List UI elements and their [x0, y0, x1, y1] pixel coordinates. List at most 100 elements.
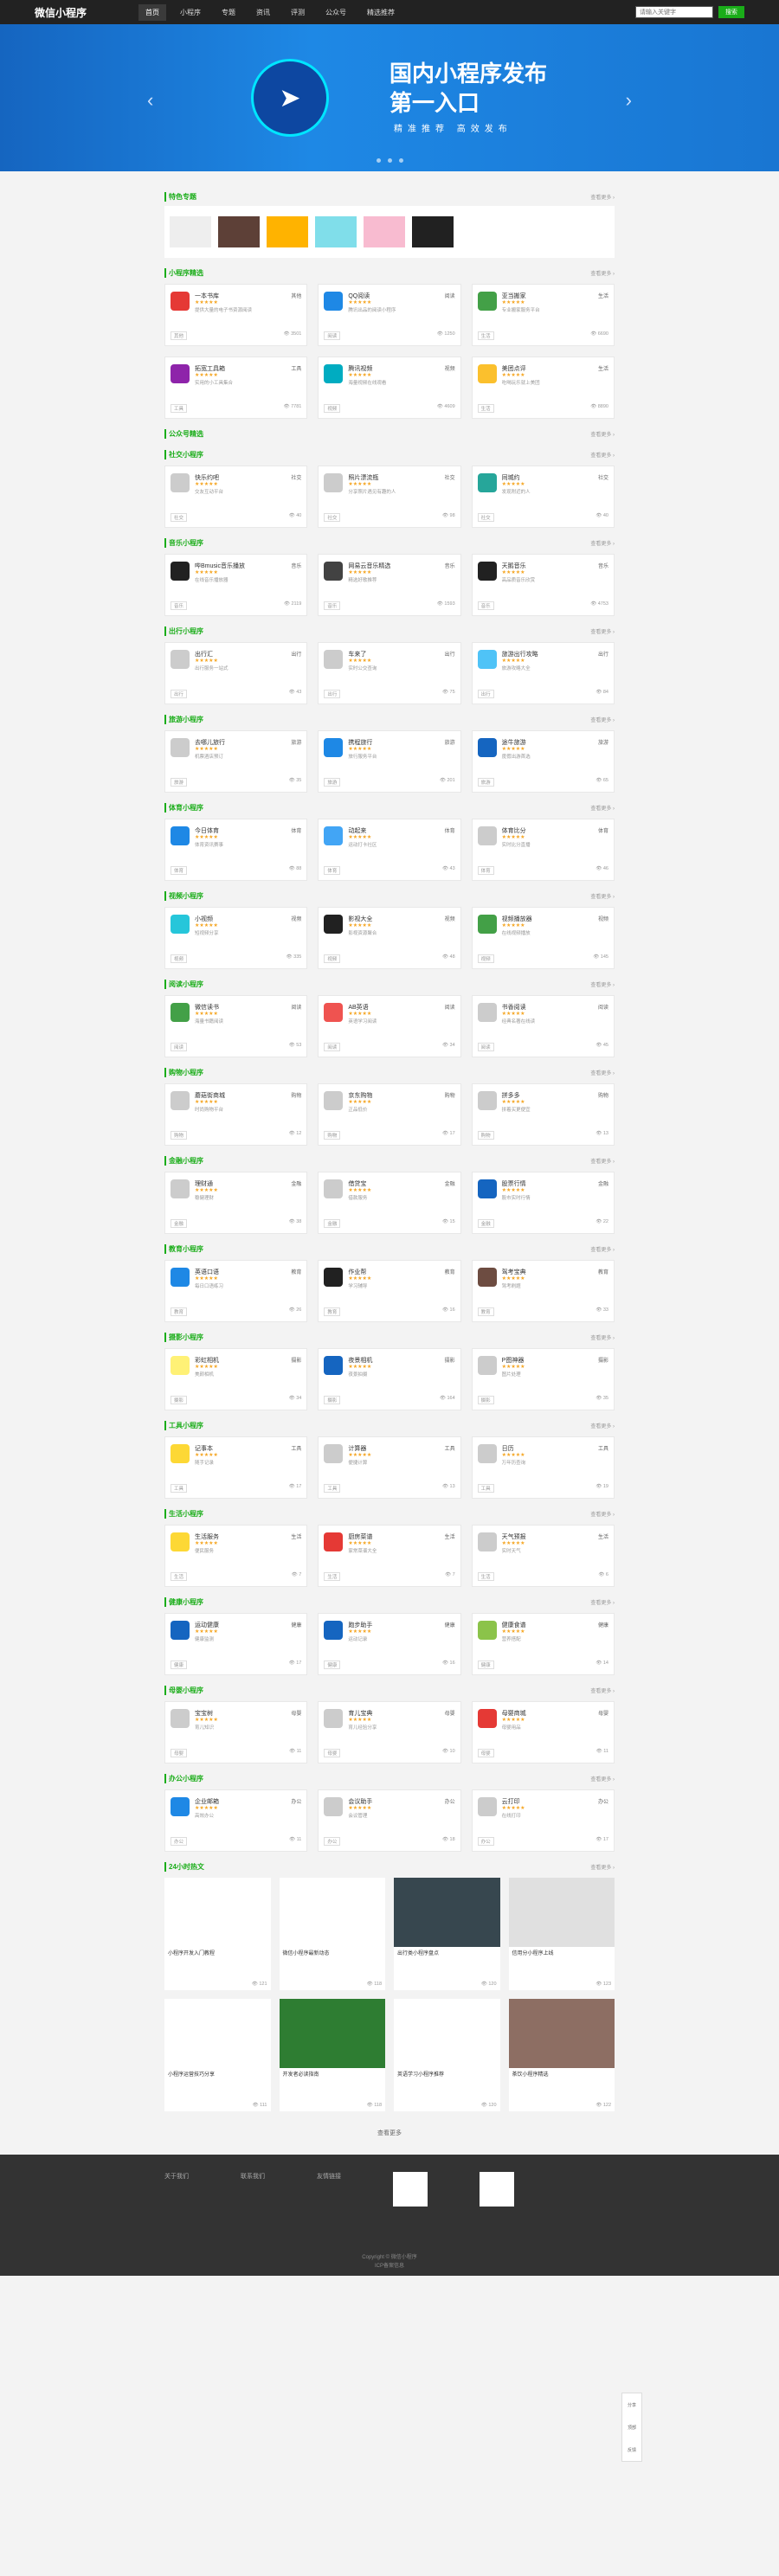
app-card[interactable]: 美团点评 ★★★★★ 吃喝玩乐就上美团 生活 生活 👁 8890 [471, 357, 615, 419]
article-card[interactable]: 微信小程序最新动态 👁 118 [279, 1878, 385, 1990]
tag-chip[interactable]: 旅游 [324, 778, 341, 787]
featured-image[interactable] [412, 216, 454, 247]
tag-chip[interactable]: 旅游 [477, 778, 494, 787]
tag-chip[interactable]: 购物 [171, 1131, 188, 1140]
nav-item[interactable]: 精选推荐 [360, 4, 402, 21]
tag-chip[interactable]: 阅读 [171, 1043, 188, 1051]
app-card[interactable]: 一本书库 ★★★★★ 提供大量的电子书资源阅读 其他 其他 👁 3501 [164, 284, 308, 346]
tag-chip[interactable]: 其他 [171, 331, 188, 340]
tag-chip[interactable]: 金融 [324, 1219, 341, 1228]
app-card[interactable]: 企业邮箱 ★★★★★ 高效办公 办公 办公 👁 11 [164, 1789, 308, 1852]
side-button[interactable]: 反馈 [622, 2438, 641, 2461]
footer-column[interactable]: 友情链接 [317, 2172, 341, 2210]
tag-chip[interactable]: 办公 [324, 1837, 341, 1846]
app-card[interactable]: 快乐约吧 ★★★★★ 交友互动平台 社交 社交 👁 40 [164, 466, 308, 528]
app-card[interactable]: 天鹅音乐 ★★★★★ 高品质音乐欣赏 音乐 音乐 👁 4753 [471, 554, 615, 616]
app-card[interactable]: 作业帮 ★★★★★ 学习辅导 教育 教育 👁 16 [318, 1260, 461, 1322]
app-card[interactable]: 云打印 ★★★★★ 在线打印 办公 办公 👁 17 [471, 1789, 615, 1852]
more-link[interactable]: 查看更多 › [590, 1422, 615, 1429]
more-link[interactable]: 查看更多 › [590, 1775, 615, 1783]
app-card[interactable]: 影视大全 ★★★★★ 影视资源聚合 视频 视频 👁 48 [318, 907, 461, 969]
app-card[interactable]: 出行汇 ★★★★★ 出行服务一站式 出行 出行 👁 43 [164, 642, 308, 704]
article-card[interactable]: 英语学习小程序推荐 👁 120 [394, 1999, 500, 2111]
tag-chip[interactable]: 社交 [324, 513, 341, 522]
more-link[interactable]: 查看更多 › [590, 716, 615, 723]
more-link[interactable]: 查看更多 › [590, 451, 615, 459]
more-link[interactable]: 查看更多 › [590, 980, 615, 988]
app-card[interactable]: 去哪儿旅行 ★★★★★ 机票酒店预订 旅游 旅游 👁 35 [164, 730, 308, 793]
nav-item[interactable]: 评测 [284, 4, 312, 21]
app-card[interactable]: 同城约 ★★★★★ 发现附近的人 社交 社交 👁 40 [471, 466, 615, 528]
article-card[interactable]: 信用分小程序上线 👁 123 [508, 1878, 615, 1990]
tag-chip[interactable]: 音乐 [171, 601, 188, 610]
tag-chip[interactable]: 教育 [324, 1307, 341, 1316]
tag-chip[interactable]: 阅读 [324, 1043, 341, 1051]
tag-chip[interactable]: 健康 [324, 1661, 341, 1669]
app-card[interactable]: 微信读书 ★★★★★ 海量书籍阅读 阅读 阅读 👁 53 [164, 995, 308, 1057]
featured-image[interactable] [267, 216, 308, 247]
app-card[interactable]: 健康食谱 ★★★★★ 营养搭配 健康 健康 👁 14 [471, 1613, 615, 1675]
app-card[interactable]: 母婴商城 ★★★★★ 母婴用品 母婴 母婴 👁 11 [471, 1701, 615, 1763]
more-link[interactable]: 查看更多 › [590, 627, 615, 635]
tag-chip[interactable]: 视频 [324, 404, 341, 413]
featured-image[interactable] [218, 216, 260, 247]
tag-chip[interactable]: 母婴 [324, 1749, 341, 1757]
app-card[interactable]: 体育比分 ★★★★★ 实时比分直播 体育 体育 👁 46 [471, 819, 615, 881]
more-link[interactable]: 查看更多 › [590, 1069, 615, 1076]
tag-chip[interactable]: 音乐 [324, 601, 341, 610]
tag-chip[interactable]: 金融 [477, 1219, 494, 1228]
app-card[interactable]: 携程旅行 ★★★★★ 旅行服务平台 旅游 旅游 👁 201 [318, 730, 461, 793]
article-card[interactable]: 小程序运营技巧分享 👁 111 [164, 1999, 271, 2111]
search-input[interactable] [635, 6, 713, 18]
tag-chip[interactable]: 购物 [477, 1131, 494, 1140]
app-card[interactable]: 会议助手 ★★★★★ 会议管理 办公 办公 👁 18 [318, 1789, 461, 1852]
more-link[interactable]: 查看更多 › [590, 269, 615, 277]
tag-chip[interactable]: 购物 [324, 1131, 341, 1140]
app-card[interactable]: 生活服务 ★★★★★ 便民服务 生活 生活 👁 7 [164, 1525, 308, 1587]
app-card[interactable]: 亚当搬家 ★★★★★ 专业搬家服务平台 生活 生活 👁 6690 [471, 284, 615, 346]
app-card[interactable]: 今日体育 ★★★★★ 体育资讯赛事 体育 体育 👁 88 [164, 819, 308, 881]
next-arrow-icon[interactable]: › [626, 89, 632, 112]
featured-image[interactable] [315, 216, 357, 247]
app-card[interactable]: 夜景相机 ★★★★★ 夜景拍摄 摄影 摄影 👁 164 [318, 1348, 461, 1410]
more-link[interactable]: 查看更多 › [590, 193, 615, 201]
app-card[interactable]: 借贷宝 ★★★★★ 借款服务 金融 金融 👁 15 [318, 1172, 461, 1234]
app-card[interactable]: 腾讯视频 ★★★★★ 海量视频在线观看 视频 视频 👁 4609 [318, 357, 461, 419]
tag-chip[interactable]: 母婴 [171, 1749, 188, 1757]
load-more-button[interactable]: 查看更多 [164, 2129, 615, 2137]
app-card[interactable]: 彩虹相机 ★★★★★ 美颜相机 摄影 摄影 👁 34 [164, 1348, 308, 1410]
app-card[interactable]: 小视频 ★★★★★ 短视频分享 视频 视频 👁 335 [164, 907, 308, 969]
tag-chip[interactable]: 旅游 [171, 778, 188, 787]
app-card[interactable]: 途牛旅游 ★★★★★ 度假出游首选 旅游 旅游 👁 65 [471, 730, 615, 793]
side-button[interactable]: 顶部 [622, 2416, 641, 2438]
tag-chip[interactable]: 教育 [477, 1307, 494, 1316]
app-card[interactable]: AB英语 ★★★★★ 英语学习阅读 阅读 阅读 👁 34 [318, 995, 461, 1057]
tag-chip[interactable]: 母婴 [477, 1749, 494, 1757]
featured-image[interactable] [170, 216, 211, 247]
app-card[interactable]: P图神器 ★★★★★ 图片处理 摄影 摄影 👁 35 [471, 1348, 615, 1410]
app-card[interactable]: 动起来 ★★★★★ 运动打卡社区 体育 体育 👁 43 [318, 819, 461, 881]
app-card[interactable]: 股票行情 ★★★★★ 股市实时行情 金融 金融 👁 22 [471, 1172, 615, 1234]
nav-item[interactable]: 资讯 [249, 4, 277, 21]
tag-chip[interactable]: 出行 [171, 690, 188, 698]
search-button[interactable]: 搜索 [718, 6, 744, 18]
tag-chip[interactable]: 阅读 [324, 331, 341, 340]
app-card[interactable]: 书香阅读 ★★★★★ 经典名著在线读 阅读 阅读 👁 45 [471, 995, 615, 1057]
tag-chip[interactable]: 社交 [477, 513, 494, 522]
article-card[interactable]: 开发者必读指南 👁 118 [279, 1999, 385, 2111]
tag-chip[interactable]: 生活 [477, 1572, 494, 1581]
more-link[interactable]: 查看更多 › [590, 1510, 615, 1518]
more-link[interactable]: 查看更多 › [590, 1245, 615, 1253]
app-card[interactable]: 记事本 ★★★★★ 随手记录 工具 工具 👁 17 [164, 1436, 308, 1499]
app-card[interactable]: 宝宝树 ★★★★★ 育儿知识 母婴 母婴 👁 11 [164, 1701, 308, 1763]
tag-chip[interactable]: 音乐 [477, 601, 494, 610]
tag-chip[interactable]: 工具 [324, 1484, 341, 1493]
app-card[interactable]: 日历 ★★★★★ 万年历查询 工具 工具 👁 19 [471, 1436, 615, 1499]
app-card[interactable]: 理财通 ★★★★★ 稳健理财 金融 金融 👁 38 [164, 1172, 308, 1234]
tag-chip[interactable]: 出行 [477, 690, 494, 698]
tag-chip[interactable]: 视频 [477, 954, 494, 963]
tag-chip[interactable]: 金融 [171, 1219, 188, 1228]
tag-chip[interactable]: 工具 [171, 404, 188, 413]
footer-column[interactable]: 关于我们 [164, 2172, 189, 2210]
nav-item[interactable]: 小程序 [173, 4, 208, 21]
